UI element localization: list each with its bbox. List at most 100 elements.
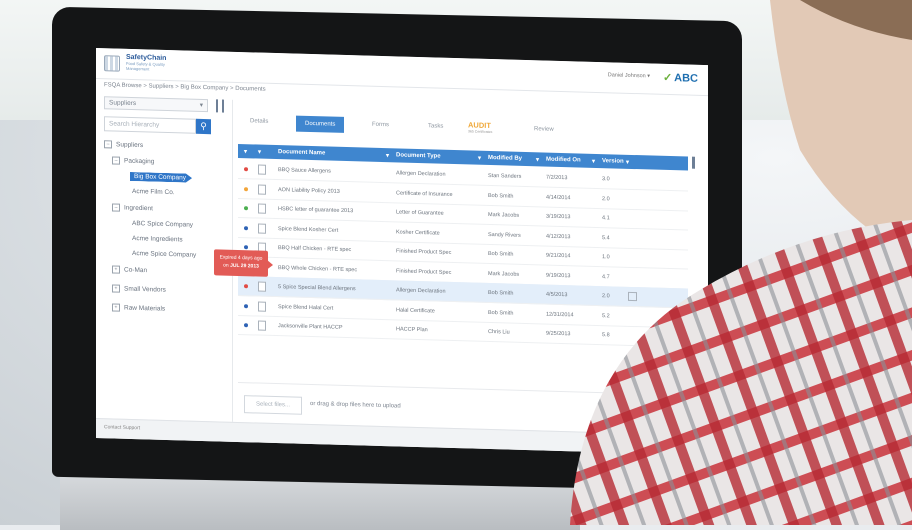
- tree-node-big-box-company[interactable]: Big Box Company: [130, 172, 192, 183]
- document-icon: [258, 184, 266, 195]
- tree-label: Ingredient: [124, 204, 153, 213]
- column-chooser-icon[interactable]: [692, 156, 695, 169]
- expand-icon[interactable]: +: [112, 265, 120, 274]
- cell-document-type: Certificate of Insurance: [396, 189, 453, 198]
- tab-review[interactable]: Review: [534, 126, 554, 133]
- checkmark-icon: ✓: [662, 71, 673, 85]
- tab-forms[interactable]: Forms: [372, 122, 389, 128]
- cell-document-name[interactable]: BBQ Half Chicken - RTE spec: [278, 245, 351, 253]
- expiration-tooltip: Expired 4 days ago on JUL 29 2013: [214, 249, 268, 277]
- cell-version: 5.2: [602, 312, 610, 319]
- cell-document-name[interactable]: Jacksonville Plant HACCP: [278, 323, 343, 331]
- tree-node-small-vendors[interactable]: + Small Vendors: [112, 284, 166, 294]
- tree-node-raw-materials[interactable]: + Raw Materials: [112, 303, 165, 313]
- status-dot-icon: [244, 303, 248, 308]
- tree-node-acme-spice[interactable]: Acme Spice Company: [132, 250, 196, 259]
- search-button[interactable]: ⚲: [196, 118, 211, 135]
- tree-node-packaging[interactable]: – Packaging: [112, 156, 154, 165]
- user-name: Daniel Johnson: [607, 72, 646, 80]
- tree-node-acme-film[interactable]: Acme Film Co.: [132, 188, 175, 196]
- user-menu[interactable]: Daniel Johnson ▾: [608, 72, 650, 79]
- cell-document-name[interactable]: AON Liability Policy 2013: [278, 187, 340, 195]
- tree-label: Packaging: [124, 157, 155, 166]
- search-icon: ⚲: [200, 120, 207, 132]
- header-version[interactable]: Version: [602, 158, 624, 165]
- document-icon: [258, 281, 266, 292]
- cell-version: 3.0: [602, 176, 610, 183]
- collapse-icon[interactable]: –: [112, 203, 120, 212]
- cell-modified-on: 9/25/2013: [546, 330, 571, 338]
- cell-document-type: HACCP Plan: [396, 326, 428, 334]
- cell-modified-by: Sandy Rivers: [488, 231, 521, 239]
- cell-modified-by: Bob Smith: [488, 289, 514, 297]
- sort-chevron-icon[interactable]: ▾: [386, 152, 389, 159]
- tab-audit[interactable]: AUDIT 365 Certificates: [468, 120, 492, 134]
- tab-documents[interactable]: Documents: [296, 115, 345, 133]
- cell-modified-on: 4/5/2013: [546, 291, 568, 299]
- cell-version: 2.0: [602, 293, 610, 300]
- expand-icon[interactable]: +: [112, 284, 120, 293]
- contact-support-link[interactable]: Contact Support: [104, 424, 140, 431]
- chevron-down-icon: ▾: [199, 101, 203, 109]
- tree-node-suppliers[interactable]: – Suppliers: [104, 140, 143, 149]
- cell-document-name[interactable]: BBQ Sauce Allergens: [278, 167, 331, 174]
- select-all-chevron-icon[interactable]: ▾: [244, 148, 247, 155]
- status-dot-icon: [244, 245, 248, 250]
- cell-document-name[interactable]: BBQ Whole Chicken - RTE spec: [278, 265, 357, 273]
- panel-toggle-icon[interactable]: [216, 99, 224, 113]
- search-input[interactable]: Search Hierarchy: [104, 116, 196, 134]
- document-icon: [258, 164, 266, 175]
- sort-chevron-icon[interactable]: ▾: [536, 156, 539, 163]
- tree-node-co-man[interactable]: + Co-Man: [112, 265, 147, 274]
- breadcrumb[interactable]: FSQA Browse > Suppliers > Big Box Compan…: [104, 82, 266, 93]
- cell-version: 5.8: [602, 332, 610, 339]
- tab-details[interactable]: Details: [250, 118, 268, 125]
- select-value: Suppliers: [109, 99, 137, 108]
- tree-node-acme-ingredients[interactable]: Acme Ingredients: [132, 235, 183, 243]
- hierarchy-select[interactable]: Suppliers ▾: [104, 96, 208, 113]
- tab-tasks[interactable]: Tasks: [428, 123, 443, 129]
- expand-icon[interactable]: +: [112, 303, 120, 312]
- cell-document-name[interactable]: Spice Blend Kosher Cert: [278, 226, 338, 234]
- header-document-type[interactable]: Document Type: [396, 152, 441, 159]
- header-modified-by[interactable]: Modified By: [488, 155, 522, 162]
- collapse-icon[interactable]: –: [112, 156, 120, 165]
- row-action-icon[interactable]: [628, 291, 637, 302]
- document-icon: [258, 301, 266, 312]
- tree-node-ingredient[interactable]: – Ingredient: [112, 203, 153, 212]
- tree-label: Small Vendors: [124, 285, 166, 294]
- document-icon: [258, 320, 266, 331]
- cell-modified-on: 9/19/2013: [546, 272, 571, 279]
- tooltip-line1: Expired 4 days ago: [219, 254, 263, 262]
- status-dot-icon: [244, 323, 248, 328]
- sort-chevron-icon[interactable]: ▾: [592, 158, 595, 165]
- chevron-down-icon: ▾: [647, 73, 650, 80]
- cell-modified-by: Stan Sanders: [488, 172, 522, 180]
- cell-modified-on: 7/2/2013: [546, 174, 568, 182]
- tree-label: Co-Man: [124, 266, 148, 275]
- cell-document-name[interactable]: HSBC letter of guarantee 2013: [278, 206, 353, 214]
- cell-modified-by: Mark Jacobs: [488, 270, 520, 278]
- cell-document-type: Finished Product Spec: [396, 267, 452, 276]
- cell-document-name[interactable]: 5 Spice Special Blend Allergens: [278, 284, 356, 292]
- sort-chevron-icon[interactable]: ▾: [478, 155, 481, 162]
- header-modified-on[interactable]: Modified On: [546, 157, 581, 164]
- tree-node-abc-spice[interactable]: ABC Spice Company: [132, 220, 193, 229]
- status-dot-icon: [244, 225, 248, 230]
- filter-chevron-icon[interactable]: ▾: [258, 149, 261, 156]
- status-dot-icon: [244, 206, 248, 211]
- cell-modified-by: Bob Smith: [488, 250, 514, 258]
- app-grid-icon[interactable]: [104, 55, 120, 72]
- cell-document-name[interactable]: Spice Blend Halal Cert: [278, 304, 333, 312]
- status-dot-icon: [244, 186, 248, 191]
- select-files-button[interactable]: Select files...: [244, 395, 302, 415]
- header-document-name[interactable]: Document Name: [278, 149, 325, 156]
- cell-version: 4.7: [602, 273, 610, 280]
- tooltip-date: JUL 29 2013: [230, 262, 259, 270]
- sort-chevron-icon[interactable]: ▾: [626, 159, 629, 166]
- collapse-icon[interactable]: –: [104, 140, 112, 149]
- cell-version: 4.1: [602, 215, 610, 222]
- tab-bar: Details Documents Forms Tasks AUDIT 365 …: [240, 114, 680, 148]
- safetychain-logo: SafetyChain Food Safety & Quality Manage…: [126, 54, 182, 76]
- logo-subtitle: Food Safety & Quality Management: [126, 60, 165, 72]
